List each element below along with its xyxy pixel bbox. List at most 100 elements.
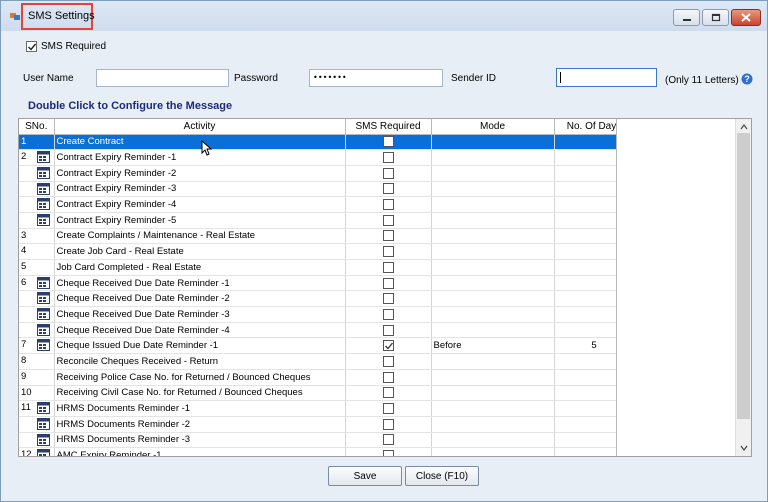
cell-mode[interactable] <box>431 181 555 198</box>
table-row[interactable]: Contract Expiry Reminder -3 <box>19 181 635 198</box>
minimize-button[interactable] <box>673 9 700 26</box>
cell-sms-required[interactable] <box>345 181 432 198</box>
table-row[interactable]: Contract Expiry Reminder -4 <box>19 196 635 213</box>
close-button[interactable]: Close (F10) <box>405 466 479 486</box>
row-sms-checkbox[interactable] <box>382 261 394 273</box>
cell-sms-required[interactable] <box>345 275 432 292</box>
help-icon[interactable]: ? <box>741 73 753 85</box>
cell-activity[interactable]: HRMS Documents Reminder -3 <box>54 432 346 449</box>
cell-activity[interactable]: Contract Expiry Reminder -1 <box>54 149 346 166</box>
cell-sms-required[interactable] <box>345 432 432 449</box>
cell-mode[interactable] <box>431 165 555 182</box>
cell-mode[interactable] <box>431 212 555 229</box>
row-sms-checkbox[interactable] <box>382 214 394 226</box>
row-sms-checkbox[interactable] <box>382 308 394 320</box>
row-sms-checkbox[interactable] <box>382 183 394 195</box>
row-sms-checkbox[interactable] <box>382 230 394 242</box>
password-input[interactable]: ••••••• <box>309 69 443 87</box>
table-row[interactable]: Cheque Received Due Date Reminder -3 <box>19 306 635 323</box>
row-sms-checkbox[interactable] <box>382 434 394 446</box>
scroll-down-icon[interactable] <box>739 443 749 453</box>
row-sms-checkbox[interactable] <box>382 199 394 211</box>
cell-sms-required[interactable] <box>345 165 432 182</box>
cell-activity[interactable]: Job Card Completed - Real Estate <box>54 259 346 276</box>
sender-id-input[interactable] <box>556 68 657 87</box>
message-config-icon[interactable] <box>37 433 50 446</box>
cell-activity[interactable]: Receiving Civil Case No. for Returned / … <box>54 385 346 402</box>
message-config-icon[interactable] <box>37 166 50 179</box>
cell-activity[interactable]: Contract Expiry Reminder -4 <box>54 196 346 213</box>
column-header-mode[interactable]: Mode <box>431 119 555 135</box>
close-window-button[interactable] <box>731 9 761 26</box>
cell-activity[interactable]: Contract Expiry Reminder -5 <box>54 212 346 229</box>
cell-sms-required[interactable] <box>345 337 432 355</box>
cell-mode[interactable] <box>431 416 555 433</box>
message-config-icon[interactable] <box>37 292 50 305</box>
cell-mode[interactable] <box>431 259 555 276</box>
cell-sms-required[interactable] <box>345 149 432 166</box>
message-config-icon[interactable] <box>37 198 50 211</box>
cell-activity[interactable]: AMC Expiry Reminder -1 <box>54 447 346 456</box>
cell-activity[interactable]: Cheque Received Due Date Reminder -2 <box>54 290 346 308</box>
table-row[interactable]: 12 AMC Expiry Reminder -1 <box>19 447 635 457</box>
row-sms-checkbox[interactable] <box>382 246 394 258</box>
scroll-up-icon[interactable] <box>739 122 749 132</box>
cell-mode[interactable] <box>431 306 555 323</box>
cell-sms-required[interactable] <box>345 353 432 370</box>
cell-sms-required[interactable] <box>345 447 432 456</box>
message-config-icon[interactable] <box>37 213 50 226</box>
cell-activity[interactable]: Contract Expiry Reminder -3 <box>54 181 346 198</box>
message-config-icon[interactable] <box>37 402 50 415</box>
cell-activity[interactable]: Cheque Received Due Date Reminder -1 <box>54 275 346 292</box>
table-row[interactable]: Cheque Received Due Date Reminder -4 <box>19 322 635 339</box>
cell-mode[interactable] <box>431 134 555 151</box>
row-sms-checkbox[interactable] <box>382 277 394 289</box>
message-config-icon[interactable] <box>37 339 50 352</box>
row-sms-checkbox[interactable] <box>382 136 394 148</box>
table-row[interactable]: 7 Cheque Issued Due Date Reminder -1 Befor… <box>19 337 635 355</box>
cell-sms-required[interactable] <box>345 228 432 245</box>
cell-activity[interactable]: Reconcile Cheques Received - Return <box>54 353 346 370</box>
cell-activity[interactable]: Contract Expiry Reminder -2 <box>54 165 346 182</box>
row-sms-checkbox[interactable] <box>382 167 394 179</box>
column-header-activity[interactable]: Activity <box>54 119 346 135</box>
cell-sms-required[interactable] <box>345 369 432 386</box>
table-row[interactable]: Cheque Received Due Date Reminder -2 <box>19 290 635 308</box>
table-row[interactable]: HRMS Documents Reminder -3 <box>19 432 635 449</box>
cell-sms-required[interactable] <box>345 306 432 323</box>
cell-sms-required[interactable] <box>345 196 432 213</box>
cell-mode[interactable] <box>431 228 555 245</box>
column-header-sno[interactable]: SNo. <box>19 119 55 135</box>
cell-sms-required[interactable] <box>345 243 432 260</box>
table-row[interactable]: 4 Create Job Card - Real Estate <box>19 243 635 260</box>
row-sms-checkbox[interactable] <box>382 403 394 415</box>
cell-activity[interactable]: Cheque Received Due Date Reminder -4 <box>54 322 346 339</box>
cell-activity[interactable]: Receiving Police Case No. for Returned /… <box>54 369 346 386</box>
cell-mode[interactable] <box>431 243 555 260</box>
table-row[interactable]: 2 Contract Expiry Reminder -1 <box>19 149 635 166</box>
row-sms-checkbox[interactable] <box>382 355 394 367</box>
cell-activity[interactable]: Cheque Issued Due Date Reminder -1 <box>54 337 346 355</box>
table-row[interactable]: 1 Create Contract <box>19 134 635 151</box>
vertical-scrollbar[interactable] <box>735 119 751 456</box>
row-sms-checkbox[interactable] <box>382 293 394 305</box>
column-header-sms-required[interactable]: SMS Required <box>345 119 432 135</box>
cell-sms-required[interactable] <box>345 400 432 417</box>
cell-mode[interactable] <box>431 322 555 339</box>
cell-sms-required[interactable] <box>345 385 432 402</box>
cell-mode[interactable]: Before <box>431 337 555 355</box>
row-sms-checkbox[interactable] <box>382 340 394 352</box>
cell-mode[interactable] <box>431 275 555 292</box>
table-row[interactable]: 5 Job Card Completed - Real Estate <box>19 259 635 276</box>
cell-sms-required[interactable] <box>345 322 432 339</box>
message-config-icon[interactable] <box>37 323 50 336</box>
message-config-icon[interactable] <box>37 449 50 457</box>
maximize-button[interactable] <box>702 9 729 26</box>
cell-mode[interactable] <box>431 290 555 308</box>
message-config-icon[interactable] <box>37 417 50 430</box>
message-config-icon[interactable] <box>37 151 50 164</box>
cell-mode[interactable] <box>431 432 555 449</box>
table-row[interactable]: Contract Expiry Reminder -2 <box>19 165 635 182</box>
row-sms-checkbox[interactable] <box>382 152 394 164</box>
cell-activity[interactable]: Cheque Received Due Date Reminder -3 <box>54 306 346 323</box>
